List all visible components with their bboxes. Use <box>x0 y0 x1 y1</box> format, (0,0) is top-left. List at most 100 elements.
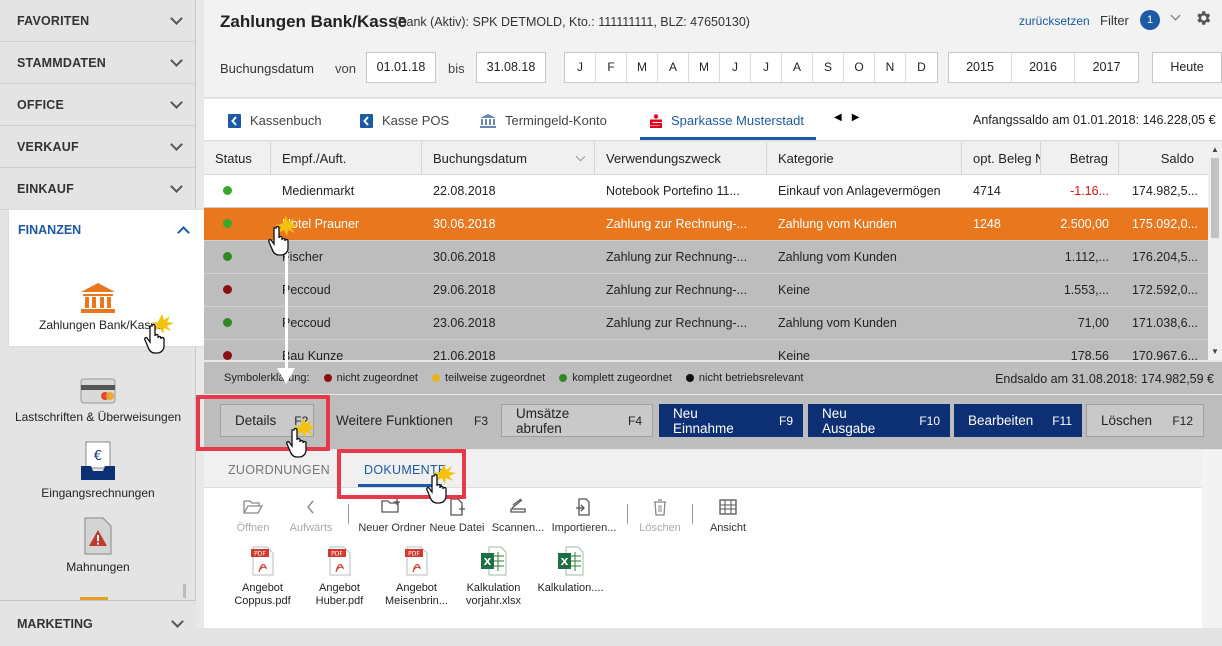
table-row[interactable]: Bau Kunze 21.06.2018 Keine 178,56 170.96… <box>204 340 1208 360</box>
month-button[interactable]: M <box>627 53 658 82</box>
up-button[interactable]: Aufwärts <box>282 498 340 540</box>
reset-link[interactable]: zurücksetzen <box>1019 14 1090 28</box>
delete-button[interactable]: Löschen <box>636 498 684 540</box>
cell-saldo: 171.038,6... <box>1131 316 1198 330</box>
neu-ausgabe-button[interactable]: Neu Ausgabe F10 <box>808 404 950 437</box>
column-header-beleg[interactable]: opt. Beleg N <box>962 142 1041 174</box>
table-row[interactable]: Peccoud 23.06.2018 Zahlung zur Rechnung-… <box>204 307 1208 340</box>
tab-kasse-pos[interactable]: Kasse POS <box>360 113 449 128</box>
table-row[interactable]: Fischer 30.06.2018 Zahlung zur Rechnung-… <box>204 241 1208 274</box>
arrow-left-icon[interactable]: ◀ <box>834 112 852 123</box>
sidebar-item-marketing[interactable]: MARKETING <box>0 600 196 646</box>
tab-zuordnungen[interactable]: ZUORDNUNGEN <box>228 463 330 477</box>
file-item-pdf[interactable]: PDF Angebot Huber.pdf <box>301 546 378 608</box>
sidebar-item-mahnungen[interactable]: Mahnungen <box>0 516 196 574</box>
sidebar-section-finanzen: FINANZEN Zahlungen Bank/Kasse <box>8 209 213 347</box>
month-button[interactable]: D <box>906 53 937 82</box>
month-button[interactable]: J <box>720 53 751 82</box>
month-button[interactable]: M <box>689 53 720 82</box>
month-button[interactable]: N <box>875 53 906 82</box>
table-row-selected[interactable]: Hotel Prauner 30.06.2018 Zahlung zur Rec… <box>204 208 1208 241</box>
table-row[interactable]: Peccoud 29.06.2018 Zahlung zur Rechnung-… <box>204 274 1208 307</box>
bearbeiten-button[interactable]: Bearbeiten F11 <box>954 404 1082 437</box>
sidebar-item-favoriten[interactable]: FAVORITEN <box>0 0 195 42</box>
cell-empf: Peccoud <box>282 316 331 330</box>
sidebar-item-einkauf[interactable]: EINKAUF <box>0 168 195 210</box>
status-dot <box>223 351 232 360</box>
chevron-down-icon <box>170 96 183 109</box>
tab-kassenbuch[interactable]: Kassenbuch <box>228 113 322 128</box>
scan-button[interactable]: Scannen... <box>487 498 549 540</box>
bank-icon[interactable] <box>80 282 116 314</box>
date-to-input[interactable]: 31.08.18 <box>476 52 546 83</box>
sidebar-item-stammdaten[interactable]: STAMMDATEN <box>0 42 195 84</box>
cell-kategorie: Keine <box>778 283 810 297</box>
column-header-status[interactable]: Status <box>204 142 271 174</box>
cash-book-icon <box>228 113 241 128</box>
panel-scrollbar[interactable] <box>1202 450 1222 628</box>
column-header-buchungsdatum[interactable]: Buchungsdatum <box>422 142 595 174</box>
month-button[interactable]: O <box>844 53 875 82</box>
tab-sparkasse-musterstadt[interactable]: Sparkasse Musterstadt <box>650 113 804 128</box>
year-button[interactable]: 2015 <box>949 53 1012 82</box>
month-button[interactable]: F <box>596 53 627 82</box>
loeschen-button[interactable]: Löschen F12 <box>1086 404 1204 437</box>
open-button[interactable]: Öffnen <box>224 498 282 540</box>
tab-termingeld-konto[interactable]: Termingeld-Konto <box>480 113 607 128</box>
month-button[interactable]: J <box>565 53 596 82</box>
gear-icon[interactable] <box>1194 9 1212 27</box>
sidebar-item-label: Eingangsrechnungen <box>41 486 155 500</box>
year-button[interactable]: 2017 <box>1075 53 1138 82</box>
month-button[interactable]: A <box>658 53 689 82</box>
sidebar-item-eingangsrechnungen[interactable]: € Eingangsrechnungen <box>0 440 196 500</box>
annotation-arrowhead <box>277 368 295 384</box>
today-button[interactable]: Heute <box>1152 52 1222 83</box>
scrollbar-thumb[interactable] <box>1211 158 1219 238</box>
tab-label: Kasse POS <box>382 113 450 128</box>
column-header-betrag[interactable]: Betrag <box>1041 142 1119 174</box>
weitere-funktionen-button[interactable]: Weitere Funktionen F3 <box>322 404 498 437</box>
table-row[interactable]: Medienmarkt 22.08.2018 Notebook Portefin… <box>204 175 1208 208</box>
column-header-verwendungszweck[interactable]: Verwendungszweck <box>595 142 767 174</box>
transactions-table: Status Empf./Auft. Buchungsdatum Verwend… <box>204 142 1208 360</box>
column-header-saldo[interactable]: Saldo <box>1119 142 1208 174</box>
tab-scroll-arrows[interactable]: ◀▶ <box>834 112 869 123</box>
umsaetze-abrufen-button[interactable]: Umsätze abrufen F4 <box>501 404 653 437</box>
filter-label[interactable]: Filter <box>1100 13 1129 28</box>
chevron-down-icon <box>171 615 184 628</box>
column-header-kategorie[interactable]: Kategorie <box>767 142 962 174</box>
file-item-xlsx[interactable]: X Kalkulation.... <box>532 546 609 608</box>
cell-betrag: -1.16... <box>1070 184 1109 198</box>
file-item-xlsx[interactable]: X Kalkulation vorjahr.xlsx <box>455 546 532 608</box>
account-info: (Bank (Aktiv): SPK DETMOLD, Kto.: 111111… <box>394 15 750 29</box>
neu-einnahme-button[interactable]: Neu Einnahme F9 <box>659 404 803 437</box>
sidebar-item-office[interactable]: OFFICE <box>0 84 195 126</box>
new-folder-button[interactable]: Neuer Ordner <box>357 498 427 540</box>
sidebar-scrollbar[interactable] <box>183 584 186 598</box>
scroll-down-icon[interactable]: ▼ <box>1211 347 1219 356</box>
file-item-pdf[interactable]: PDF Angebot Meisenbrin... <box>378 546 455 608</box>
cell-betrag: 71,00 <box>1077 316 1109 330</box>
cell-kategorie: Einkauf von Anlagevermögen <box>778 184 941 198</box>
date-from-input[interactable]: 01.01.18 <box>366 52 436 83</box>
new-file-button[interactable]: Neue Datei <box>427 498 487 540</box>
month-button[interactable]: J <box>751 53 782 82</box>
sidebar-item-finanzen[interactable]: FINANZEN <box>9 210 212 250</box>
file-item-pdf[interactable]: PDF Angebot Coppus.pdf <box>224 546 301 608</box>
warning-document-icon <box>84 517 112 555</box>
table-scrollbar[interactable]: ▲ ▼ <box>1208 142 1222 360</box>
month-button[interactable]: S <box>813 53 844 82</box>
view-button[interactable]: Ansicht <box>701 498 755 540</box>
column-header-empf[interactable]: Empf./Auft. <box>271 142 422 174</box>
import-button[interactable]: Importieren... <box>549 498 619 540</box>
year-button[interactable]: 2016 <box>1012 53 1075 82</box>
sidebar-item-lastschriften[interactable]: Lastschriften & Überweisungen <box>0 376 196 424</box>
month-selector: J F M A M J J A S O N D <box>564 52 938 83</box>
filter-count-badge[interactable]: 1 <box>1140 10 1160 30</box>
month-button[interactable]: A <box>782 53 813 82</box>
page-title: Zahlungen Bank/Kasse <box>220 12 408 31</box>
sidebar-item-verkauf[interactable]: VERKAUF <box>0 126 195 168</box>
arrow-right-icon[interactable]: ▶ <box>852 112 870 123</box>
chevron-down-icon[interactable] <box>1170 10 1181 21</box>
scroll-up-icon[interactable]: ▲ <box>1211 145 1219 154</box>
